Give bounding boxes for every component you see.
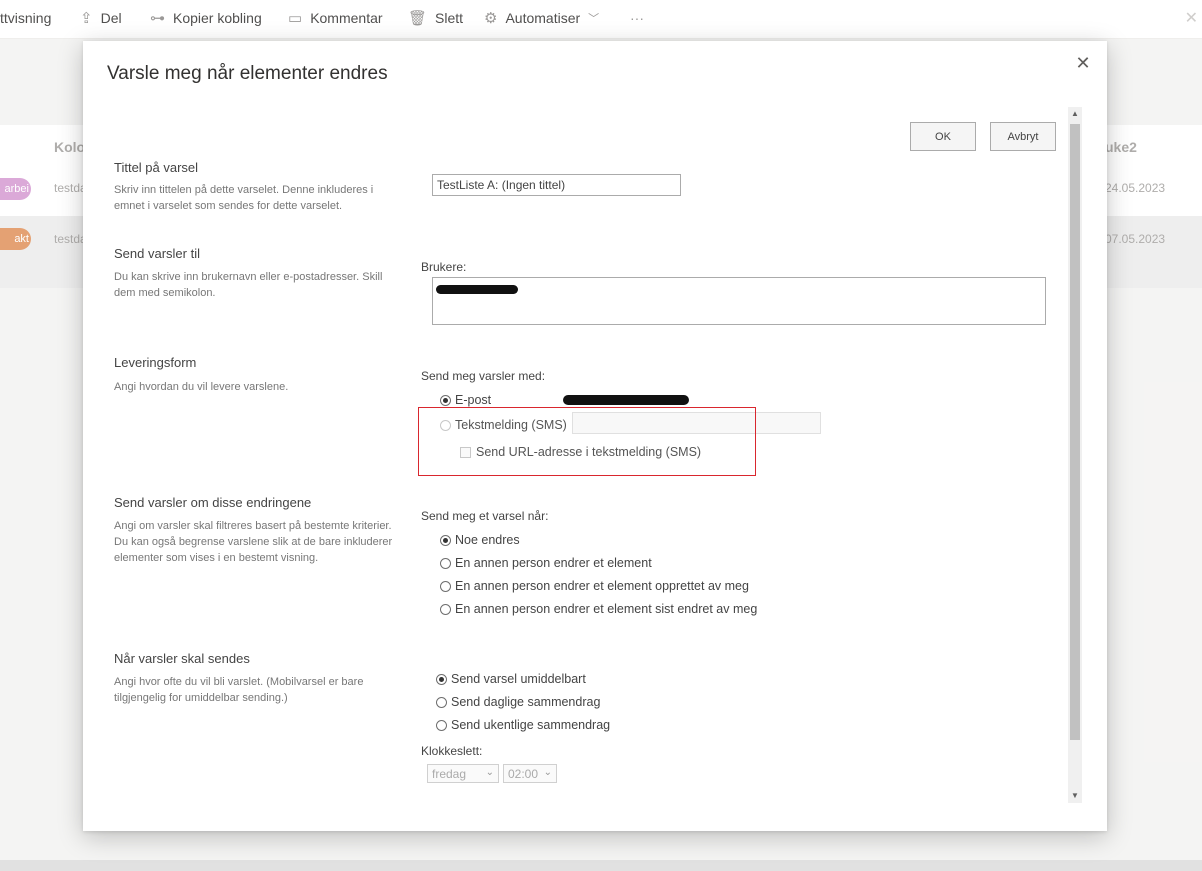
close-icon: ✕ bbox=[1075, 53, 1091, 73]
radio-button[interactable] bbox=[436, 673, 447, 685]
radio-label: Send ukentlige sammendrag bbox=[451, 718, 611, 732]
section-timing-heading: Når varsler skal sendes bbox=[114, 651, 250, 666]
section-delivery-heading: Leveringsform bbox=[114, 355, 197, 370]
radio-label: E-post bbox=[455, 393, 492, 407]
radio-label: Send varsel umiddelbart bbox=[451, 672, 586, 686]
redacted-scribble bbox=[436, 285, 518, 294]
radio-send-weekly[interactable]: Send ukentlige sammendrag bbox=[436, 718, 610, 732]
users-field[interactable] bbox=[432, 277, 1046, 325]
scroll-thumb[interactable] bbox=[1070, 124, 1080, 740]
radio-button[interactable] bbox=[436, 696, 447, 708]
radio-button[interactable] bbox=[440, 534, 451, 546]
radio-button[interactable] bbox=[440, 557, 451, 569]
radio-label: Send daglige sammendrag bbox=[451, 695, 601, 709]
scrollbar[interactable]: ▲ ▼ bbox=[1068, 107, 1082, 803]
radio-label: En annen person endrer et element bbox=[455, 556, 652, 570]
radio-change-other-person[interactable]: En annen person endrer et element bbox=[440, 556, 652, 570]
section-changes-heading: Send varsler om disse endringene bbox=[114, 495, 312, 510]
radio-button[interactable] bbox=[440, 394, 451, 406]
section-recipients-description: Du kan skrive inn brukernavn eller e-pos… bbox=[114, 271, 383, 299]
scroll-up-arrow-icon[interactable]: ▲ bbox=[1068, 107, 1082, 121]
radio-send-daily[interactable]: Send daglige sammendrag bbox=[436, 695, 600, 709]
radio-button[interactable] bbox=[440, 603, 451, 615]
radio-send-immediately[interactable]: Send varsel umiddelbart bbox=[436, 672, 586, 686]
ok-button[interactable]: OK bbox=[910, 122, 976, 151]
users-label: Brukere: bbox=[421, 260, 467, 274]
radio-button[interactable] bbox=[440, 580, 451, 592]
dialog-title: Varsle meg når elementer endres bbox=[107, 63, 388, 84]
delivery-label: Send meg varsler med: bbox=[421, 369, 546, 383]
time-label: Klokkeslett: bbox=[421, 744, 483, 758]
radio-label: En annen person endrer et element oppret… bbox=[455, 579, 749, 593]
scroll-down-arrow-icon[interactable]: ▼ bbox=[1068, 789, 1082, 803]
redacted-scribble bbox=[563, 395, 689, 405]
radio-label: Noe endres bbox=[455, 533, 520, 547]
section-recipients-heading: Send varsler til bbox=[114, 246, 200, 261]
select-value: 02:00 bbox=[508, 766, 539, 781]
radio-button[interactable] bbox=[436, 719, 447, 731]
alert-dialog: Varsle meg når elementer endres ✕ ▲ ▼ OK… bbox=[83, 41, 1107, 831]
radio-email[interactable]: E-post bbox=[440, 393, 491, 407]
time-select[interactable]: 02:00 ⌄ bbox=[503, 764, 557, 783]
radio-label: En annen person endrer et element sist e… bbox=[455, 602, 758, 616]
section-changes-description: Angi om varsler skal filtreres basert på… bbox=[114, 520, 393, 564]
day-select[interactable]: fredag ⌄ bbox=[427, 764, 499, 783]
chevron-down-icon: ⌄ bbox=[485, 767, 494, 778]
section-title-description: Skriv inn tittelen på dette varselet. De… bbox=[114, 184, 374, 212]
radio-change-any[interactable]: Noe endres bbox=[440, 533, 520, 547]
radio-change-last-modified-by-me[interactable]: En annen person endrer et element sist e… bbox=[440, 602, 757, 616]
close-button[interactable]: ✕ bbox=[1073, 53, 1093, 73]
radio-change-created-by-me[interactable]: En annen person endrer et element oppret… bbox=[440, 579, 749, 593]
select-value: fredag bbox=[432, 766, 467, 781]
chevron-down-icon: ⌄ bbox=[543, 767, 552, 778]
cancel-button[interactable]: Avbryt bbox=[990, 122, 1056, 151]
alert-title-input[interactable] bbox=[432, 174, 681, 196]
section-title-heading: Tittel på varsel bbox=[114, 160, 199, 175]
section-timing-description: Angi hvor ofte du vil bli varslet. (Mobi… bbox=[114, 676, 364, 704]
highlight-box bbox=[418, 407, 756, 476]
section-delivery-description: Angi hvordan du vil levere varslene. bbox=[114, 381, 289, 393]
changes-label: Send meg et varsel når: bbox=[421, 509, 549, 523]
